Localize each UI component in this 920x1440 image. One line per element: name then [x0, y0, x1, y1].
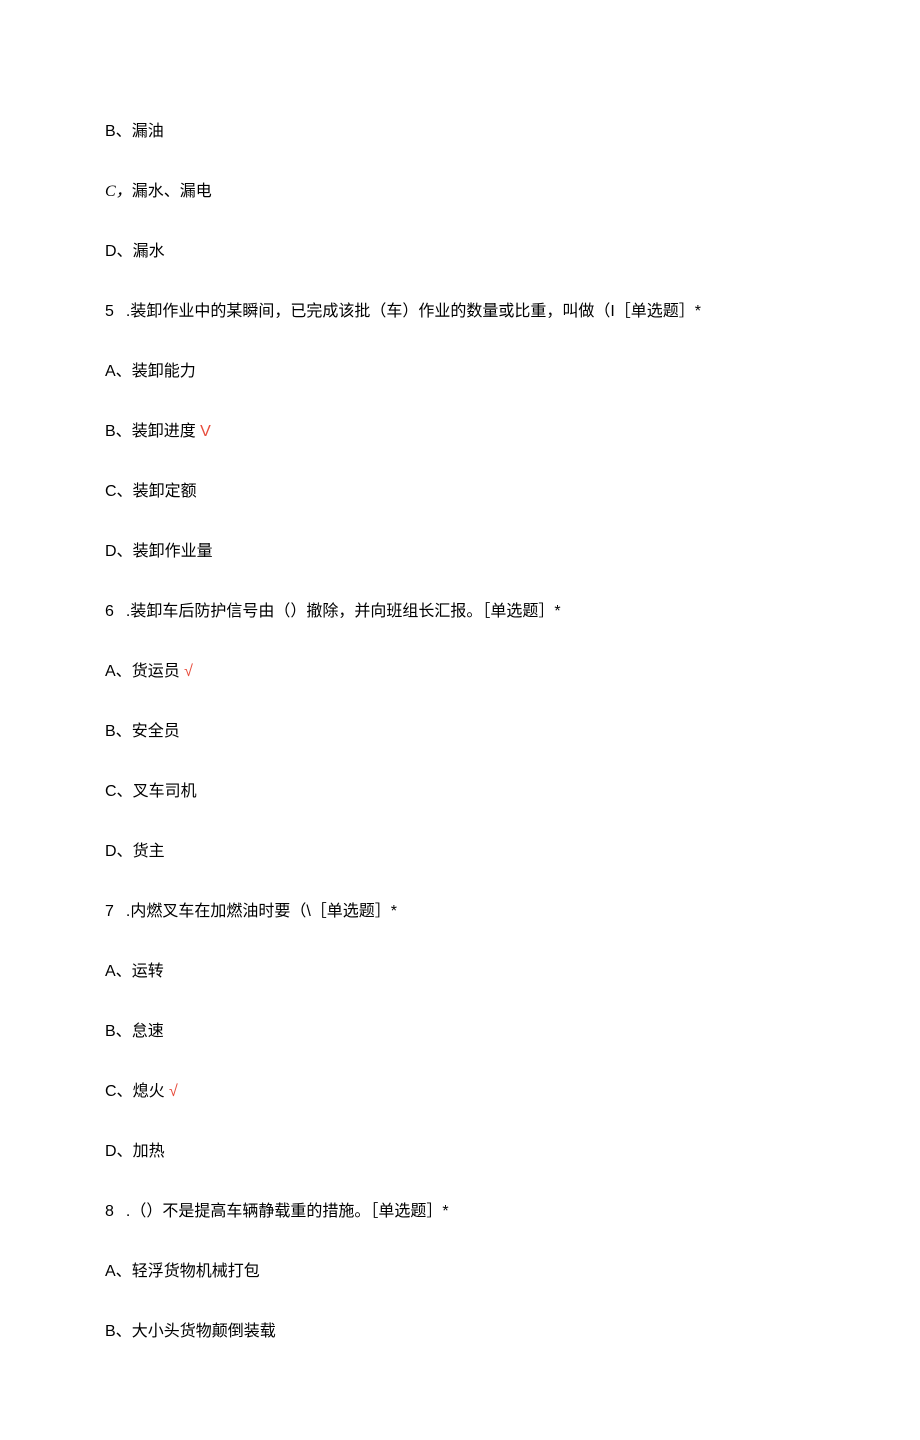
option-text: 装卸能力 [132, 363, 196, 380]
option-text: 叉车司机 [133, 783, 197, 800]
option-prefix: D、 [105, 1143, 133, 1160]
option-text: 熄火 [133, 1083, 165, 1100]
option-line: B、装卸进度 V [105, 420, 815, 444]
option-text: 装卸进度 [132, 423, 196, 440]
option-line: C、装卸定额 [105, 480, 815, 504]
option-line: C，漏水、漏电 [105, 180, 815, 204]
question-number: 7 [105, 900, 114, 924]
option-prefix: C、 [105, 783, 133, 800]
option-prefix: B、 [105, 123, 132, 140]
option-line: D、货主 [105, 840, 815, 864]
question-line: 7 .内燃叉车在加燃油时要（\［单选题］* [105, 900, 815, 924]
option-line: B、怠速 [105, 1020, 815, 1044]
option-text: 怠速 [132, 1023, 164, 1040]
option-text: 大小头货物颠倒装载 [132, 1323, 276, 1340]
option-text: 货运员 [132, 663, 180, 680]
question-text: .（）不是提高车辆静载重的措施。［单选题］* [126, 1203, 449, 1220]
option-prefix: B、 [105, 1323, 132, 1340]
question-line: 5 .装卸作业中的某瞬间，已完成该批（车）作业的数量或比重，叫做（I［单选题］* [105, 300, 815, 324]
option-line: C、叉车司机 [105, 780, 815, 804]
option-line: C、熄火 √ [105, 1080, 815, 1104]
option-prefix: B、 [105, 1023, 132, 1040]
question-number: 6 [105, 600, 114, 624]
option-prefix: A、 [105, 363, 132, 380]
option-text: 安全员 [132, 723, 180, 740]
option-line: D、漏水 [105, 240, 815, 264]
option-prefix: C、 [105, 483, 133, 500]
option-prefix: D、 [105, 243, 133, 260]
question-line: 8 .（）不是提高车辆静载重的措施。［单选题］* [105, 1200, 815, 1224]
option-text: 漏油 [132, 123, 164, 140]
option-line: A、装卸能力 [105, 360, 815, 384]
option-line: B、大小头货物颠倒装载 [105, 1320, 815, 1344]
question-line: 6 .装卸车后防护信号由（）撤除，并向班组长汇报。［单选题］* [105, 600, 815, 624]
option-text: 漏水 [133, 243, 165, 260]
correct-mark-icon: √ [169, 1083, 178, 1100]
option-line: A、货运员 √ [105, 660, 815, 684]
question-text: .装卸作业中的某瞬间，已完成该批（车）作业的数量或比重，叫做（I［单选题］* [126, 303, 701, 320]
option-text: 轻浮货物机械打包 [132, 1263, 260, 1280]
option-text: 漏水、漏电 [132, 183, 212, 200]
option-prefix: C、 [105, 1083, 133, 1100]
option-line: B、安全员 [105, 720, 815, 744]
option-text: 运转 [132, 963, 164, 980]
option-text: 货主 [133, 843, 165, 860]
question-number: 8 [105, 1200, 114, 1224]
option-prefix: A、 [105, 663, 132, 680]
option-line: A、轻浮货物机械打包 [105, 1260, 815, 1284]
option-line: B、漏油 [105, 120, 815, 144]
option-prefix: D、 [105, 543, 133, 560]
correct-mark-icon: V [200, 423, 211, 440]
option-prefix: B、 [105, 423, 132, 440]
option-prefix: C， [105, 183, 132, 200]
option-line: D、加热 [105, 1140, 815, 1164]
option-line: D、装卸作业量 [105, 540, 815, 564]
option-line: A、运转 [105, 960, 815, 984]
question-text: .装卸车后防护信号由（）撤除，并向班组长汇报。［单选题］* [126, 603, 561, 620]
option-prefix: A、 [105, 1263, 132, 1280]
option-text: 加热 [133, 1143, 165, 1160]
option-prefix: D、 [105, 843, 133, 860]
option-prefix: A、 [105, 963, 132, 980]
correct-mark-icon: √ [184, 663, 193, 680]
option-prefix: B、 [105, 723, 132, 740]
question-number: 5 [105, 300, 114, 324]
question-text: .内燃叉车在加燃油时要（\［单选题］* [126, 903, 397, 920]
option-text: 装卸定额 [133, 483, 197, 500]
option-text: 装卸作业量 [133, 543, 213, 560]
